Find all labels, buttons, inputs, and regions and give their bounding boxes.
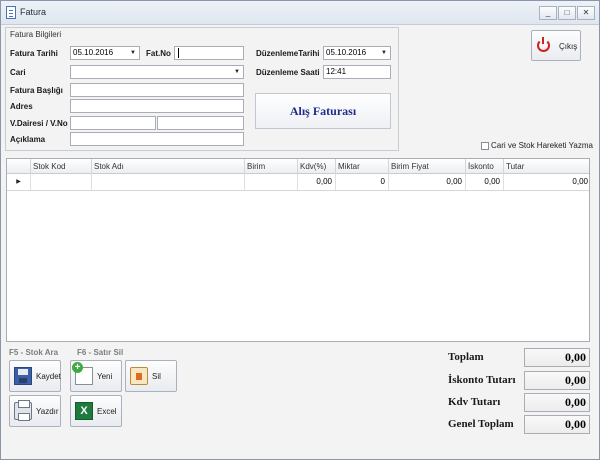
edit-date-value: 05.10.2016 <box>326 48 367 57</box>
invoice-date-picker[interactable]: 05.10.2016 ▼ <box>70 46 140 60</box>
close-button[interactable]: ✕ <box>577 6 595 20</box>
minimize-button[interactable]: _ <box>539 6 557 20</box>
invoice-number-label: Fat.No <box>146 49 171 58</box>
new-button[interactable]: Yeni <box>70 360 122 392</box>
items-grid[interactable]: Stok Kod Stok Adı Birim Kdv(%) Miktar Bi… <box>6 158 590 342</box>
delete-icon <box>130 367 148 385</box>
vat-total-label: Kdv Tutarı <box>448 396 501 408</box>
account-select[interactable]: ▼ <box>70 65 244 79</box>
column-header[interactable]: Kdv(%) <box>298 159 336 174</box>
table-cell[interactable] <box>245 174 298 190</box>
edit-time-value: 12:41 <box>326 67 347 76</box>
column-header[interactable]: Birim Fiyat <box>389 159 466 174</box>
column-header[interactable]: Tutar <box>504 159 589 174</box>
column-header[interactable]: Birim <box>245 159 298 174</box>
delete-label: Sil <box>152 372 161 381</box>
invoice-window: Fatura _ □ ✕ Fatura Bilgileri Fatura Tar… <box>0 0 600 460</box>
total-value: 0,00 <box>524 348 590 367</box>
power-icon <box>537 37 550 52</box>
text-cursor <box>178 47 179 58</box>
description-input[interactable] <box>70 132 244 146</box>
grand-total-value: 0,00 <box>524 415 590 434</box>
delete-button[interactable]: Sil <box>125 360 177 392</box>
checkbox-icon[interactable] <box>481 141 489 150</box>
document-icon <box>6 6 16 19</box>
save-label: Kaydet <box>36 372 61 381</box>
grid-header: Stok Kod Stok Adı Birim Kdv(%) Miktar Bi… <box>7 159 589 174</box>
address-input[interactable] <box>70 99 244 113</box>
table-cell[interactable]: 0,00 <box>466 174 504 190</box>
total-label: Toplam <box>448 351 484 363</box>
new-document-icon <box>72 362 93 385</box>
skip-movements-checkbox[interactable]: Cari ve Stok Hareketi Yazma <box>481 141 593 150</box>
column-header[interactable]: Miktar <box>336 159 389 174</box>
print-label: Yazdır <box>36 407 59 416</box>
table-cell[interactable]: 0,00 <box>389 174 466 190</box>
edit-date-picker[interactable]: 05.10.2016 ▼ <box>323 46 391 60</box>
row-indicator-header <box>7 159 31 174</box>
floppy-disk-icon <box>14 367 32 385</box>
column-header[interactable]: Stok Kod <box>31 159 92 174</box>
column-header[interactable]: İskonto <box>466 159 504 174</box>
invoice-number-input[interactable] <box>174 46 244 60</box>
invoice-date-value: 05.10.2016 <box>73 48 114 57</box>
edit-time-input[interactable]: 12:41 <box>323 65 391 79</box>
excel-label: Excel <box>97 407 117 416</box>
hotkey-hint-f6: F6 - Satır Sil <box>77 348 124 357</box>
group-title: Fatura Bilgileri <box>10 30 62 39</box>
account-label: Cari <box>10 68 26 77</box>
exit-label: Çıkış <box>559 42 578 51</box>
discount-total-label: İskonto Tutarı <box>448 374 516 386</box>
excel-button[interactable]: X Excel <box>70 395 122 427</box>
edit-time-label: Düzenleme Saati <box>256 68 320 77</box>
new-label: Yeni <box>97 372 113 381</box>
tax-office-input[interactable] <box>70 116 156 130</box>
table-cell[interactable] <box>31 174 92 190</box>
table-cell[interactable] <box>92 174 245 190</box>
tax-office-label: V.Dairesi / V.No <box>10 119 68 128</box>
edit-date-label: DüzenlemeTarihi <box>256 49 320 58</box>
exit-button[interactable]: Çıkış <box>531 30 581 61</box>
table-row[interactable]: ▶ 0,00 0 0,00 0,00 0,00 <box>7 174 589 191</box>
chevron-down-icon: ▼ <box>130 50 136 56</box>
invoice-type-title: Alış Faturası <box>255 93 391 129</box>
invoice-info-group: Fatura Bilgileri Fatura Tarihi 05.10.201… <box>5 27 399 151</box>
table-cell[interactable]: 0,00 <box>504 174 589 190</box>
window-title: Fatura <box>20 7 47 17</box>
maximize-button[interactable]: □ <box>558 6 576 20</box>
hotkey-hint-f5: F5 - Stok Ara <box>9 348 59 357</box>
invoice-heading-input[interactable] <box>70 83 244 97</box>
discount-total-value: 0,00 <box>524 371 590 390</box>
printer-icon <box>14 400 32 421</box>
grand-total-label: Genel Toplam <box>448 418 514 430</box>
table-cell[interactable]: 0,00 <box>298 174 336 190</box>
address-label: Adres <box>10 102 33 111</box>
invoice-date-label: Fatura Tarihi <box>10 49 58 58</box>
tax-number-input[interactable] <box>157 116 244 130</box>
save-button[interactable]: Kaydet <box>9 360 61 392</box>
print-button[interactable]: Yazdır <box>9 395 61 427</box>
description-label: Açıklama <box>10 135 46 144</box>
skip-movements-label: Cari ve Stok Hareketi Yazma <box>491 141 593 151</box>
table-cell[interactable]: 0 <box>336 174 389 190</box>
title-bar: Fatura _ □ ✕ <box>1 1 599 25</box>
column-header[interactable]: Stok Adı <box>92 159 245 174</box>
excel-icon: X <box>75 402 93 420</box>
vat-total-value: 0,00 <box>524 393 590 412</box>
chevron-down-icon: ▼ <box>381 50 387 56</box>
row-indicator-icon: ▶ <box>7 174 31 190</box>
chevron-down-icon: ▼ <box>234 69 240 75</box>
invoice-heading-label: Fatura Başlığı <box>10 86 63 95</box>
